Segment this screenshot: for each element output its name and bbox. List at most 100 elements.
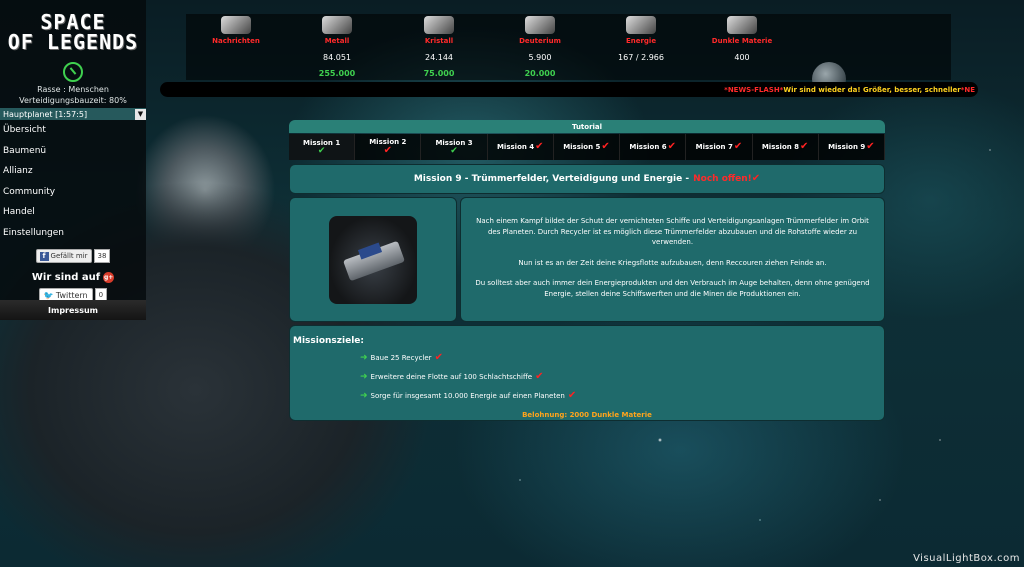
checkmark-red-icon: ✔ (601, 141, 610, 152)
resource-production: 20.000 (524, 69, 556, 78)
mission-tabs: Mission 1 ✔ Mission 2 ✔ Mission 3 ✔ Miss… (289, 134, 885, 160)
crystal-icon (424, 16, 454, 34)
resource-energie[interactable]: Energie 167 / 2.966 (596, 14, 686, 62)
resource-name: Nachrichten (212, 37, 260, 45)
goal-text: Erweitere deine Flotte auf 100 Schlachts… (370, 373, 533, 381)
newsflash-text: Wir sind wieder da! Größer, besser, schn… (783, 85, 961, 94)
resource-deuterium[interactable]: Deuterium 5.900 20.000 (495, 14, 585, 78)
resource-name: Kristall (424, 37, 454, 45)
resource-production: 75.000 (423, 69, 455, 78)
race-icon (63, 62, 83, 82)
description-paragraph: Du solltest aber auch immer dein Energie… (475, 279, 870, 298)
energy-icon (626, 16, 656, 34)
checkmark-red-icon: ✔ (866, 141, 875, 152)
follow-label: Wir sind auf (31, 271, 101, 283)
recycler-ship-image (329, 215, 417, 304)
nav-item-uebersicht[interactable]: Übersicht (0, 125, 146, 146)
facebook-icon: f (39, 251, 49, 261)
newsflash-tag: *NEWS-FLASH* (724, 85, 784, 94)
tab-label: Mission 6 (629, 143, 667, 151)
tab-label: Mission 4 (496, 143, 535, 151)
nav-item-baumenue[interactable]: Baumenü (0, 146, 146, 167)
messages-icon (221, 16, 251, 34)
resource-kristall[interactable]: Kristall 24.144 75.000 (394, 14, 484, 78)
tab-mission-4[interactable]: Mission 4 ✔ (488, 134, 554, 160)
tab-mission-1[interactable]: Mission 1 ✔ (289, 134, 356, 160)
resource-value: 84.051 (323, 53, 351, 62)
goals-title: Missionsziele: (293, 336, 365, 346)
checkmark-red-icon: ✔ (751, 173, 761, 184)
tab-mission-6[interactable]: Mission 6 ✔ (620, 134, 687, 160)
resource-name: Dunkle Materie (711, 37, 773, 45)
main-nav: Übersicht Baumenü Allianz Community Hand… (0, 125, 146, 248)
goal-item: ➜ Baue 25 Recycler ✔ (360, 352, 443, 364)
race-label: Rasse : Menschen (37, 85, 109, 94)
resource-value: 24.144 (425, 53, 453, 62)
google-plus-icon[interactable]: g+ (103, 271, 115, 283)
nav-item-handel[interactable]: Handel (0, 207, 146, 228)
resource-name: Deuterium (519, 37, 561, 45)
resource-name: Metall (324, 37, 350, 45)
arrow-right-icon: ➜ (360, 353, 368, 363)
mission-goals-panel: Missionsziele: ➜ Baue 25 Recycler ✔ ➜ Er… (289, 325, 885, 421)
checkmark-green-icon: ✔ (317, 145, 326, 156)
mission-title-panel: Mission 9 - Trümmerfelder, Verteidigung … (289, 164, 885, 194)
mission-description: Nach einem Kampf bildet der Schutt der v… (460, 197, 885, 322)
checkmark-red-icon: ✔ (535, 141, 544, 152)
mission-status: Noch offen! (693, 174, 752, 184)
newsflash-ticker: *NEWS-FLASH* Wir sind wieder da! Größer,… (160, 82, 978, 97)
goal-item: ➜ Sorge für insgesamt 10.000 Energie auf… (360, 390, 577, 402)
tab-mission-8[interactable]: Mission 8 ✔ (753, 134, 819, 160)
facebook-like-button[interactable]: f Gefällt mir (35, 249, 92, 263)
mission-title: Mission 9 - Trümmerfelder, Verteidigung … (413, 174, 690, 184)
watermark: VisualLightBox.com (913, 553, 1020, 564)
arrow-right-icon: ➜ (360, 391, 368, 401)
tab-mission-2[interactable]: Mission 2 ✔ (355, 134, 422, 160)
nav-item-einstellungen[interactable]: Einstellungen (0, 228, 146, 249)
twitter-bird-icon: 🐦 (43, 290, 54, 300)
checkmark-red-icon: ✔ (567, 390, 577, 401)
newsflash-tag-repeat: *NE (960, 85, 975, 94)
chevron-down-icon[interactable]: ▼ (135, 108, 146, 120)
checkmark-red-icon: ✔ (800, 141, 809, 152)
tab-mission-5[interactable]: Mission 5 ✔ (554, 134, 621, 160)
checkmark-red-icon: ✔ (667, 141, 676, 152)
logo-line-2: OF LEGENDS (7, 30, 139, 54)
checkmark-green-icon: ✔ (450, 145, 458, 156)
nav-item-community[interactable]: Community (0, 187, 146, 208)
tab-mission-7[interactable]: Mission 7 ✔ (686, 134, 753, 160)
logo-line-1: SPACE (40, 10, 106, 34)
arrow-right-icon: ➜ (360, 372, 368, 382)
mission-image-panel (289, 197, 457, 322)
tab-mission-3[interactable]: Mission 3 ✔ (421, 134, 488, 160)
tab-label: Mission 5 (563, 143, 601, 151)
resource-name: Energie (625, 37, 657, 45)
game-logo[interactable]: SPACE OF LEGENDS (0, 0, 146, 58)
metal-icon (322, 16, 352, 34)
checkmark-red-icon: ✔ (733, 141, 743, 152)
tab-label: Mission 8 (761, 143, 800, 151)
planet-select[interactable]: Hauptplanet [1:57:5] ▼ (0, 108, 146, 120)
sidebar: SPACE OF LEGENDS Rasse : Menschen Vertei… (0, 0, 146, 320)
dark-matter-icon (727, 16, 757, 34)
resource-value: 5.900 (528, 53, 552, 62)
checkmark-red-icon: ✔ (434, 352, 443, 363)
deuterium-icon (525, 16, 555, 34)
checkmark-red-icon: ✔ (383, 145, 393, 156)
tab-mission-9[interactable]: Mission 9 ✔ (819, 134, 885, 160)
goal-item: ➜ Erweitere deine Flotte auf 100 Schlach… (360, 371, 544, 383)
resource-nachrichten[interactable]: Nachrichten (191, 14, 281, 45)
impressum-link[interactable]: Impressum (0, 300, 146, 320)
reward-label: Belohnung: 2000 Dunkle Materie (522, 411, 652, 419)
planet-select-value: Hauptplanet [1:57:5] (3, 109, 88, 119)
resource-dunkle-materie[interactable]: Dunkle Materie 400 (697, 14, 787, 62)
tutorial-header: Tutorial (289, 120, 885, 133)
resource-metall[interactable]: Metall 84.051 255.000 (292, 14, 382, 78)
facebook-like-count: 38 (93, 249, 111, 263)
checkmark-red-icon: ✔ (535, 371, 544, 382)
resource-production: 255.000 (318, 69, 356, 78)
nav-item-allianz[interactable]: Allianz (0, 166, 146, 187)
description-paragraph: Nun ist es an der Zeit deine Kriegsflott… (518, 258, 827, 267)
tab-label: Mission 7 (695, 143, 733, 151)
goal-text: Baue 25 Recycler (370, 354, 432, 362)
